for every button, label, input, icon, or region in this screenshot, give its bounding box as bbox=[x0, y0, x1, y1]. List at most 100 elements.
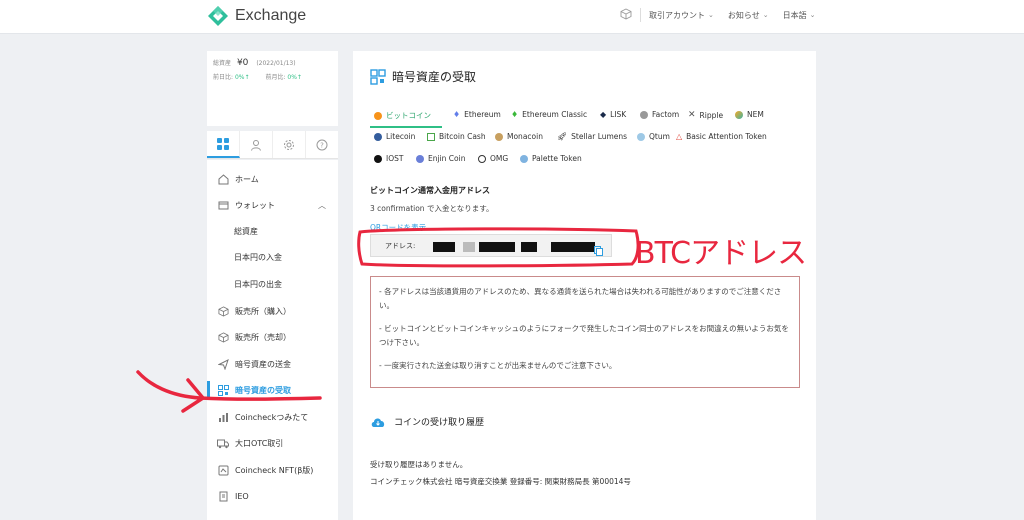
coin-tab-bat[interactable]: △ Basic Attention Token bbox=[676, 132, 767, 141]
coin-label: Litecoin bbox=[386, 132, 416, 141]
sidebar-item-label: 大口OTC取引 bbox=[235, 438, 284, 448]
qr-icon bbox=[217, 384, 229, 396]
sidebar-item-sell[interactable]: 販売所（売却） bbox=[207, 324, 338, 350]
coin-tab-xlm[interactable]: 🚀︎ Stellar Lumens bbox=[557, 132, 627, 141]
tab-account[interactable] bbox=[240, 131, 273, 158]
main-panel: 暗号資産の受取 ビットコイン ♦ Ethereum ♦ Ethereum Class… bbox=[353, 51, 816, 520]
coin-label: Palette Token bbox=[532, 154, 582, 163]
coin-label: Basic Attention Token bbox=[686, 132, 767, 141]
balance-value: ¥0 bbox=[236, 58, 249, 68]
arrow-head-icon bbox=[181, 378, 205, 413]
sidebar-item-label: 暗号資産の受取 bbox=[235, 385, 291, 395]
gear-icon bbox=[284, 139, 294, 150]
address-redaction bbox=[463, 242, 475, 252]
coin-tab-iost[interactable]: IOST bbox=[374, 154, 403, 163]
prev-day-label: 前日比 bbox=[213, 74, 232, 81]
sidebar-item-buy[interactable]: 販売所（購入） bbox=[207, 298, 338, 324]
coin-label: Monacoin bbox=[507, 132, 543, 141]
cube-icon[interactable] bbox=[620, 8, 632, 22]
balance-label: 総資産 bbox=[213, 60, 232, 67]
address-field[interactable]: アドレス: bbox=[370, 234, 612, 257]
coin-label: ビットコイン bbox=[386, 111, 431, 120]
sidebar-item-label: ホーム bbox=[235, 174, 259, 184]
cube-icon bbox=[217, 305, 229, 317]
show-qr-link[interactable]: QRコードを表示 bbox=[370, 222, 426, 233]
copy-icon[interactable] bbox=[594, 241, 603, 260]
nav-notifications-label: お知らせ bbox=[727, 10, 760, 20]
sidebar-item-tsumitate[interactable]: Coincheckつみたて bbox=[207, 404, 338, 430]
coin-tab-plt[interactable]: Palette Token bbox=[520, 154, 582, 163]
sidebar-item-wallet[interactable]: ウォレット ︿ bbox=[207, 192, 338, 218]
prev-month-value: 0% bbox=[287, 74, 297, 81]
top-header: Exchange 取引アカウント ⌄ お知らせ ⌄ 日本語 ⌄ bbox=[0, 0, 1024, 34]
nft-icon bbox=[217, 464, 229, 476]
no-history-text: 受け取り履歴はありません。 bbox=[370, 460, 468, 469]
sidebar-item-label: 販売所（売却） bbox=[235, 332, 291, 342]
address-redaction bbox=[479, 242, 515, 252]
sidebar-item-jpy-withdraw[interactable]: 日本円の出金 bbox=[207, 271, 338, 297]
coin-tab-enj[interactable]: Enjin Coin bbox=[416, 154, 465, 163]
header-divider bbox=[640, 8, 641, 22]
tab-settings[interactable] bbox=[273, 131, 306, 158]
balance-date: (2022/01/13) bbox=[256, 60, 296, 67]
coin-tab-factom[interactable]: Factom bbox=[640, 110, 679, 119]
sidebar-item-label: Coincheck NFT(β版) bbox=[235, 465, 314, 475]
page-title: 暗号資産の受取 bbox=[370, 68, 476, 85]
sidebar-item-label: 暗号資産の送金 bbox=[235, 359, 291, 369]
monacoin-icon bbox=[495, 132, 503, 141]
sidebar-item-jpy-deposit[interactable]: 日本円の入金 bbox=[207, 244, 338, 270]
coin-tab-ltc[interactable]: Litecoin bbox=[374, 132, 415, 141]
cloud-download-icon bbox=[371, 417, 385, 427]
sidebar-item-label: 日本円の入金 bbox=[234, 252, 282, 262]
nav-notifications[interactable]: お知らせ ⌄ bbox=[728, 10, 769, 21]
litecoin-icon bbox=[374, 132, 382, 141]
ieo-icon bbox=[217, 490, 229, 502]
sidebar-item-home[interactable]: ホーム bbox=[207, 166, 338, 192]
sidebar-item-receive-crypto[interactable]: 暗号資産の受取 bbox=[207, 377, 338, 403]
app-logo[interactable]: Exchange bbox=[207, 5, 306, 27]
notice-line: - ビットコインとビットコインキャッシュのようにフォークで発生したコイン同士のア… bbox=[379, 324, 789, 347]
coin-label: Bitcoin Cash bbox=[439, 132, 486, 141]
nav-trade-account[interactable]: 取引アカウント ⌄ bbox=[649, 10, 714, 21]
sidebar-item-otc[interactable]: 大口OTC取引 bbox=[207, 430, 338, 456]
balance-row: 総資産 ¥0 (2022/01/13) bbox=[213, 58, 296, 68]
nav-language[interactable]: 日本語 ⌄ bbox=[783, 10, 816, 21]
coin-label: NEM bbox=[747, 110, 764, 119]
sidebar-item-label: 日本円の出金 bbox=[234, 279, 282, 289]
company-info: コインチェック株式会社 暗号資産交換業 登録番号: 関東財務局長 第00014号 bbox=[370, 477, 631, 486]
sidebar-item-label: ウォレット bbox=[235, 200, 275, 210]
sidebar-item-label: 総資産 bbox=[234, 226, 258, 236]
bat-icon: △ bbox=[676, 132, 683, 141]
coin-tab-mona[interactable]: Monacoin bbox=[495, 132, 543, 141]
notice-line: - 一度実行された送金は取り消すことが出来ませんのでご注意下さい。 bbox=[379, 361, 617, 370]
balance-panel: 総資産 ¥0 (2022/01/13) 前日比: 0%↑ 前月比: 0%↑ bbox=[207, 51, 338, 126]
address-label: アドレス: bbox=[385, 241, 416, 250]
tab-dashboard[interactable] bbox=[207, 131, 240, 158]
tab-help[interactable]: ? bbox=[306, 131, 338, 158]
coin-tab-eth[interactable]: ♦ Ethereum bbox=[453, 110, 501, 119]
chevron-down-icon: ⌄ bbox=[762, 11, 769, 19]
ethereum-classic-icon: ♦ bbox=[511, 110, 519, 119]
coin-tab-lisk[interactable]: ◆ LISK bbox=[600, 110, 626, 119]
cube-icon bbox=[217, 331, 229, 343]
coin-label: Stellar Lumens bbox=[571, 132, 628, 141]
sidebar-item-ieo[interactable]: IEO bbox=[207, 483, 338, 509]
confirmation-text: 3 confirmation で入金となります。 bbox=[370, 204, 494, 213]
coin-tab-ripple[interactable]: ✕ Ripple bbox=[688, 110, 723, 120]
coin-tab-btc[interactable]: ビットコイン bbox=[374, 110, 431, 121]
up-arrow-icon: ↑ bbox=[296, 74, 302, 81]
sidebar-item-label: IEO bbox=[235, 491, 249, 501]
coin-tab-bch[interactable]: Bitcoin Cash bbox=[427, 132, 486, 141]
coin-tab-nem[interactable]: NEM bbox=[735, 110, 764, 119]
sidebar-item-total-assets[interactable]: 総資産 bbox=[207, 218, 338, 244]
grid-icon bbox=[217, 137, 229, 150]
bitcoin-cash-icon bbox=[427, 132, 435, 141]
coin-tab-qtum[interactable]: Qtum bbox=[637, 132, 670, 141]
user-icon bbox=[251, 139, 261, 151]
coin-tab-omg[interactable]: OMG bbox=[478, 154, 508, 163]
bitcoin-icon bbox=[374, 111, 382, 120]
coin-label: OMG bbox=[490, 154, 509, 163]
sidebar-item-send-crypto[interactable]: 暗号資産の送金 bbox=[207, 351, 338, 377]
sidebar-item-nft[interactable]: Coincheck NFT(β版) bbox=[207, 457, 338, 483]
coin-tab-etc[interactable]: ♦ Ethereum Classic bbox=[511, 110, 587, 119]
